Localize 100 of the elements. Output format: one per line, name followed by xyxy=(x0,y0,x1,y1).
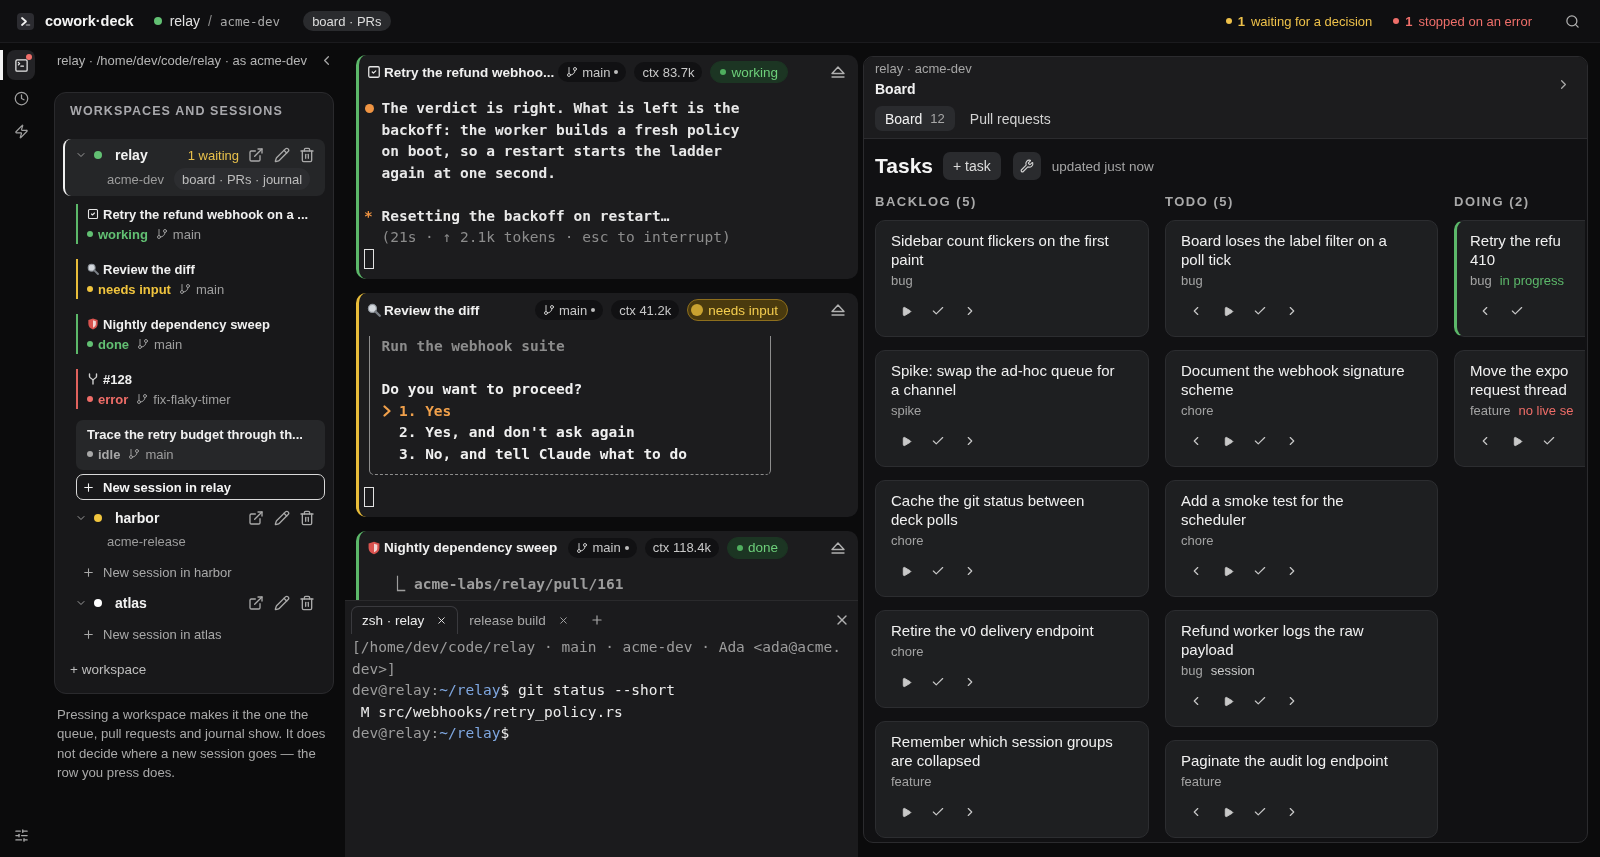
check-icon[interactable] xyxy=(1253,564,1267,578)
pencil-icon[interactable] xyxy=(273,510,290,526)
branch-icon xyxy=(576,541,589,554)
trash-icon[interactable] xyxy=(299,510,315,526)
prompt-option[interactable]: 1. Yes xyxy=(381,400,770,422)
tab[interactable]: Pull requests xyxy=(959,106,1061,131)
external-link-icon[interactable] xyxy=(248,595,264,611)
play-icon[interactable] xyxy=(1222,695,1234,707)
task-card[interactable]: Cache the git status between deck polls chore xyxy=(875,480,1149,597)
task-card[interactable]: Board loses the label filter on a poll tick bug xyxy=(1165,220,1438,337)
session-status: idle xyxy=(98,446,121,462)
status-dot-icon xyxy=(87,396,93,402)
check-icon[interactable] xyxy=(1510,304,1524,318)
status-dot-icon xyxy=(691,304,704,316)
settings-icon[interactable] xyxy=(14,828,29,843)
new-session-button[interactable]: New session in relay xyxy=(76,474,325,500)
session-item[interactable]: Retry the refund webhook on a ... working main xyxy=(76,200,325,250)
task-card[interactable]: Move the expo request thread feature no live se xyxy=(1454,350,1585,467)
task-card[interactable]: Sidebar count flickers on the first paint bug xyxy=(875,220,1149,337)
task-card[interactable]: Remember which session groups are collapsed feature xyxy=(875,721,1149,838)
new-session-button[interactable]: New session in harbor xyxy=(76,559,325,585)
task-card[interactable]: Retire the v0 delivery endpoint chore xyxy=(875,610,1149,708)
branch-icon xyxy=(566,66,579,78)
eject-icon[interactable] xyxy=(830,303,846,317)
search-icon[interactable] xyxy=(1565,13,1580,29)
check-icon[interactable] xyxy=(1542,434,1556,448)
terminal-tab[interactable]: release build xyxy=(458,606,580,634)
session-title: Trace the retry budget through th... xyxy=(87,426,303,442)
session-item[interactable]: Trace the retry budget through th... idle main xyxy=(76,420,325,470)
eject-icon[interactable] xyxy=(830,540,846,555)
updated-text: updated just now xyxy=(1051,158,1154,174)
logo-icon xyxy=(17,12,34,30)
pencil-icon[interactable] xyxy=(273,595,290,611)
chevron-icon xyxy=(382,405,391,418)
task-card[interactable]: Add a smoke test for the scheduler chore xyxy=(1165,480,1438,597)
help-text: Pressing a workspace makes it the one the queue, pull requests and journal show. It does not decide where a new session goes — the row you press does. xyxy=(56,706,327,782)
prompt-option[interactable]: 2. Yes, and don't ask again xyxy=(381,422,770,444)
task-card[interactable]: Spike: swap the ad-hoc queue for a channel spike xyxy=(875,350,1149,467)
workspace-name[interactable]: relay xyxy=(169,13,200,29)
activity-meta: (21s · ↑ 2.1k tokens · esc to interrupt) xyxy=(380,228,732,247)
task-card[interactable]: Refund worker logs the raw payload bug session xyxy=(1165,610,1438,727)
new-session-button[interactable]: New session in atlas xyxy=(76,621,325,647)
play-icon[interactable] xyxy=(900,565,912,577)
play-icon[interactable] xyxy=(1222,435,1234,447)
task-card[interactable]: Paginate the audit log endpoint feature xyxy=(1165,740,1438,838)
check-icon[interactable] xyxy=(931,434,945,448)
task-title: Remember which session groups are collapsed xyxy=(891,732,1114,770)
eject-icon[interactable] xyxy=(830,65,846,79)
check-icon[interactable] xyxy=(931,805,945,819)
play-icon[interactable] xyxy=(900,806,912,818)
workspace-row[interactable]: relay 1 waiting acme-dev board · PRs · journal xyxy=(63,139,325,196)
prompt-option[interactable]: 3. No, and tell Claude what to do xyxy=(381,443,770,465)
tab[interactable]: Board 12 xyxy=(875,106,955,131)
pencil-icon[interactable] xyxy=(273,147,290,163)
status-dot-icon xyxy=(87,341,93,347)
task-title: Board loses the label filter on a poll tick xyxy=(1181,231,1388,269)
alert-text[interactable]: stopped on an error xyxy=(1418,13,1532,29)
status-chip: done xyxy=(726,536,788,559)
play-icon[interactable] xyxy=(1222,305,1234,317)
play-icon[interactable] xyxy=(1222,565,1234,577)
workspace-row[interactable]: atlas xyxy=(63,589,325,617)
add-workspace-button[interactable]: + workspace xyxy=(63,657,147,681)
trash-icon[interactable] xyxy=(299,147,315,163)
play-icon[interactable] xyxy=(1511,435,1523,447)
close-icon[interactable] xyxy=(557,615,569,626)
play-icon[interactable] xyxy=(900,676,912,688)
context-chip: ctx 41.2k xyxy=(611,300,680,320)
check-icon[interactable] xyxy=(931,675,945,689)
workspace-row[interactable]: harbor acme-release xyxy=(63,504,325,555)
session-item[interactable]: Review the diff needs input main xyxy=(76,255,325,305)
check-icon[interactable] xyxy=(1253,304,1267,318)
task-card[interactable]: Document the webhook signature scheme chore xyxy=(1165,350,1438,467)
account-name: acme-dev xyxy=(107,171,165,187)
check-icon[interactable] xyxy=(931,304,945,318)
check-icon[interactable] xyxy=(1253,434,1267,448)
status-dot-icon xyxy=(87,286,93,292)
task-card[interactable]: Retry the refu 410 bug in progress xyxy=(1454,220,1585,337)
alert-text[interactable]: waiting for a decision xyxy=(1250,13,1373,29)
status-dot-icon xyxy=(87,451,93,457)
alert-count: 1 xyxy=(1405,13,1413,29)
branch-name: main xyxy=(145,446,174,462)
check-icon[interactable] xyxy=(931,564,945,578)
close-icon[interactable] xyxy=(436,615,448,626)
terminal-tab[interactable]: zsh · relay xyxy=(351,606,459,634)
session-item[interactable]: Nightly dependency sweep done main xyxy=(76,310,325,360)
check-icon[interactable] xyxy=(1253,694,1267,708)
task-title: Add a smoke test for the scheduler xyxy=(1181,491,1345,529)
external-link-icon[interactable] xyxy=(248,510,264,526)
play-icon[interactable] xyxy=(1222,806,1234,818)
trash-icon[interactable] xyxy=(299,595,315,611)
play-icon[interactable] xyxy=(900,435,912,447)
checkbox-icon xyxy=(367,65,381,79)
play-icon[interactable] xyxy=(900,305,912,317)
session-item[interactable]: #128 error fix-flaky-timer xyxy=(76,365,325,415)
task-label: bug xyxy=(1181,663,1203,679)
check-icon[interactable] xyxy=(1253,805,1267,819)
plus-icon[interactable] xyxy=(589,613,604,627)
add-task-button[interactable]: + task xyxy=(943,152,1001,180)
wrench-button[interactable] xyxy=(1012,152,1041,180)
external-link-icon[interactable] xyxy=(248,147,264,163)
